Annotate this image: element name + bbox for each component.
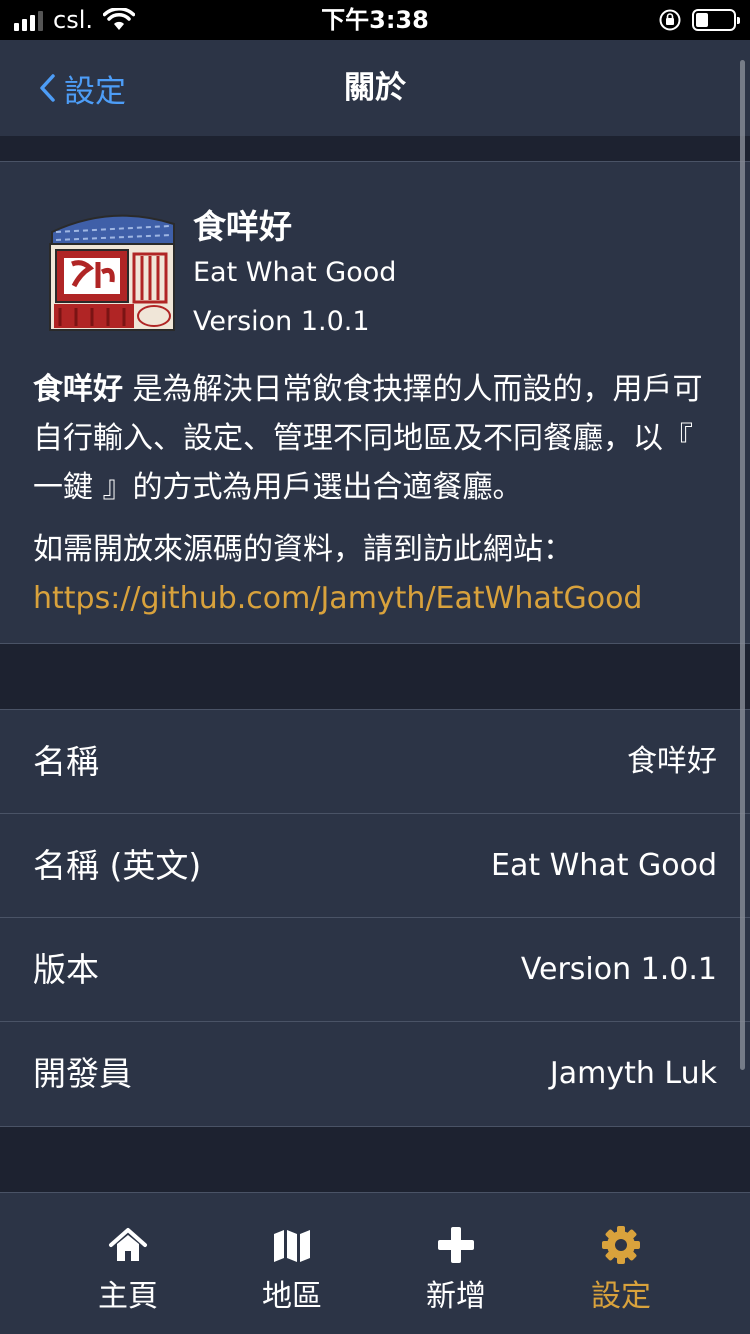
source-prefix: 如需開放來源碼的資料，請到訪此網站：	[33, 532, 573, 567]
info-row-name: 名稱 食咩好	[0, 710, 750, 814]
info-label: 名稱 (英文)	[33, 846, 202, 885]
info-value: Version 1.0.1	[520, 952, 717, 987]
about-card: 食咩好 Eat What Good Version 1.0.1 食咩好 是為解決…	[0, 161, 750, 644]
info-value: 食咩好	[627, 744, 717, 779]
status-right	[658, 4, 740, 36]
description-app-name: 食咩好	[33, 372, 123, 407]
gear-icon	[602, 1226, 640, 1264]
status-bar: csl. 下午3:38	[0, 0, 750, 40]
source-note: 如需開放來源碼的資料，請到訪此網站： https://github.com/Jam…	[33, 525, 723, 623]
scroll-indicator[interactable]	[740, 60, 745, 1070]
map-icon	[274, 1230, 310, 1262]
info-row-name-english: 名稱 (英文) Eat What Good	[0, 814, 750, 918]
info-value: Jamyth Luk	[549, 1056, 717, 1091]
app-name: 食咩好	[193, 207, 292, 246]
home-icon	[109, 1228, 147, 1261]
app-description: 食咩好 是為解決日常飲食抉擇的人而設的，用戶可自行輸入、設定、管理不同地區及不同…	[33, 365, 723, 512]
info-label: 版本	[33, 950, 99, 989]
description-text: 是為解決日常飲食抉擇的人而設的，用戶可自行輸入、設定、管理不同地區及不同餐廳，以…	[33, 372, 703, 505]
tab-label: 主頁	[98, 1279, 158, 1314]
info-value: Eat What Good	[491, 848, 717, 883]
tab-label: 新增	[426, 1279, 486, 1314]
battery-icon	[692, 9, 740, 31]
github-link[interactable]: https://github.com/Jamyth/EatWhatGood	[33, 581, 642, 616]
info-row-version: 版本 Version 1.0.1	[0, 918, 750, 1022]
tab-label: 地區	[262, 1279, 322, 1314]
status-time: 下午3:38	[321, 6, 429, 34]
app-version: Version 1.0.1	[193, 306, 370, 337]
page-title: 關於	[344, 70, 406, 106]
tab-label: 設定	[591, 1279, 651, 1314]
plus-icon	[438, 1227, 474, 1263]
info-row-developer: 開發員 Jamyth Luk	[0, 1022, 750, 1126]
info-label: 開發員	[33, 1054, 132, 1093]
orientation-lock-icon	[659, 9, 681, 31]
info-table: 名稱 食咩好 名稱 (英文) Eat What Good 版本 Version …	[0, 709, 750, 1127]
tab-bar: 主頁 地區 新增 設定	[0, 1192, 750, 1334]
app-name-english: Eat What Good	[193, 257, 397, 288]
app-icon	[46, 202, 178, 334]
info-label: 名稱	[33, 742, 99, 781]
navigation-bar: 設定 關於	[0, 40, 750, 136]
